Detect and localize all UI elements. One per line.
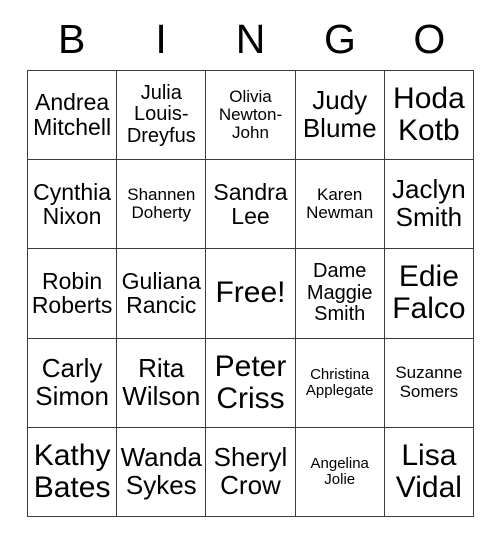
bingo-cell-o5[interactable]: Lisa Vidal — [384, 427, 474, 517]
header-letter-o: O — [413, 15, 446, 62]
bingo-cell-label: Angelina Jolie — [310, 454, 369, 488]
bingo-cell-o3[interactable]: Edie Falco — [384, 249, 474, 339]
bingo-cell-label: Dame Maggie Smith — [306, 260, 373, 326]
bingo-cell-n5[interactable]: Sheryl Crow — [206, 427, 296, 517]
bingo-cell-g2[interactable]: Karen Newman — [295, 160, 385, 250]
bingo-card: B I N G O Andrea Mitchell Julia Louis- D… — [27, 8, 474, 517]
bingo-cell-label: Wanda Sykes — [120, 442, 202, 500]
bingo-cell-label: Shannen Doherty — [127, 185, 196, 223]
bingo-cell-o4[interactable]: Suzanne Somers — [384, 338, 474, 428]
bingo-cell-label: Rita Wilson — [122, 352, 201, 411]
bingo-cell-i3[interactable]: Guliana Rancic — [117, 249, 207, 339]
bingo-cell-label: Christina Applegate — [305, 365, 374, 399]
header-letter-i: I — [155, 15, 167, 62]
bingo-cell-label: Suzanne Somers — [395, 363, 463, 401]
bingo-header-row: B I N G O — [27, 8, 474, 70]
free-space-label: Free! — [215, 276, 286, 310]
bingo-cell-n1[interactable]: Olivia Newton- John — [206, 71, 296, 161]
bingo-cell-label: Karen Newman — [306, 185, 374, 223]
header-letter-n: N — [235, 15, 266, 62]
bingo-cell-label: Andrea Mitchell — [33, 89, 112, 141]
bingo-cell-b1[interactable]: Andrea Mitchell — [28, 71, 118, 161]
bingo-cell-label: Carly Simon — [35, 352, 109, 411]
bingo-cell-label: Hoda Kotb — [393, 82, 465, 148]
bingo-cell-b2[interactable]: Cynthia Nixon — [28, 160, 118, 250]
bingo-cell-label: Guliana Rancic — [121, 267, 201, 319]
bingo-cell-o2[interactable]: Jaclyn Smith — [384, 160, 474, 250]
bingo-cell-label: Kathy Bates — [33, 438, 111, 504]
bingo-cell-i1[interactable]: Julia Louis- Dreyfus — [117, 71, 207, 161]
bingo-cell-g3[interactable]: Dame Maggie Smith — [295, 249, 385, 339]
bingo-cell-label: Jaclyn Smith — [392, 174, 466, 233]
header-letter-b: B — [58, 15, 86, 62]
header-letter-g: G — [323, 15, 356, 62]
bingo-cell-i2[interactable]: Shannen Doherty — [117, 160, 207, 250]
bingo-cell-label: Sheryl Crow — [213, 442, 288, 500]
bingo-cell-label: Lisa Vidal — [395, 438, 462, 504]
bingo-cell-i4[interactable]: Rita Wilson — [117, 338, 207, 428]
bingo-cell-g4[interactable]: Christina Applegate — [295, 338, 385, 428]
bingo-cell-b5[interactable]: Kathy Bates — [28, 427, 118, 517]
bingo-cell-label: Robin Roberts — [31, 267, 113, 319]
bingo-cell-b3[interactable]: Robin Roberts — [28, 249, 118, 339]
bingo-cell-i5[interactable]: Wanda Sykes — [117, 427, 207, 517]
bingo-cell-free-space[interactable]: Free! — [206, 249, 296, 339]
bingo-cell-label: Peter Criss — [214, 349, 287, 415]
bingo-cell-label: Judy Blume — [302, 85, 377, 144]
bingo-cell-g1[interactable]: Judy Blume — [295, 71, 385, 161]
bingo-cell-label: Sandra Lee — [213, 178, 288, 230]
bingo-cell-n2[interactable]: Sandra Lee — [206, 160, 296, 250]
bingo-cell-label: Olivia Newton- John — [218, 86, 283, 143]
bingo-cell-label: Cynthia Nixon — [33, 178, 112, 230]
bingo-cell-g5[interactable]: Angelina Jolie — [295, 427, 385, 517]
bingo-cell-o1[interactable]: Hoda Kotb — [384, 71, 474, 161]
bingo-cell-label: Edie Falco — [392, 260, 466, 326]
bingo-grid: Andrea Mitchell Julia Louis- Dreyfus Oli… — [27, 70, 474, 517]
bingo-cell-b4[interactable]: Carly Simon — [28, 338, 118, 428]
bingo-cell-label: Julia Louis- Dreyfus — [126, 82, 196, 147]
bingo-cell-n4[interactable]: Peter Criss — [206, 338, 296, 428]
